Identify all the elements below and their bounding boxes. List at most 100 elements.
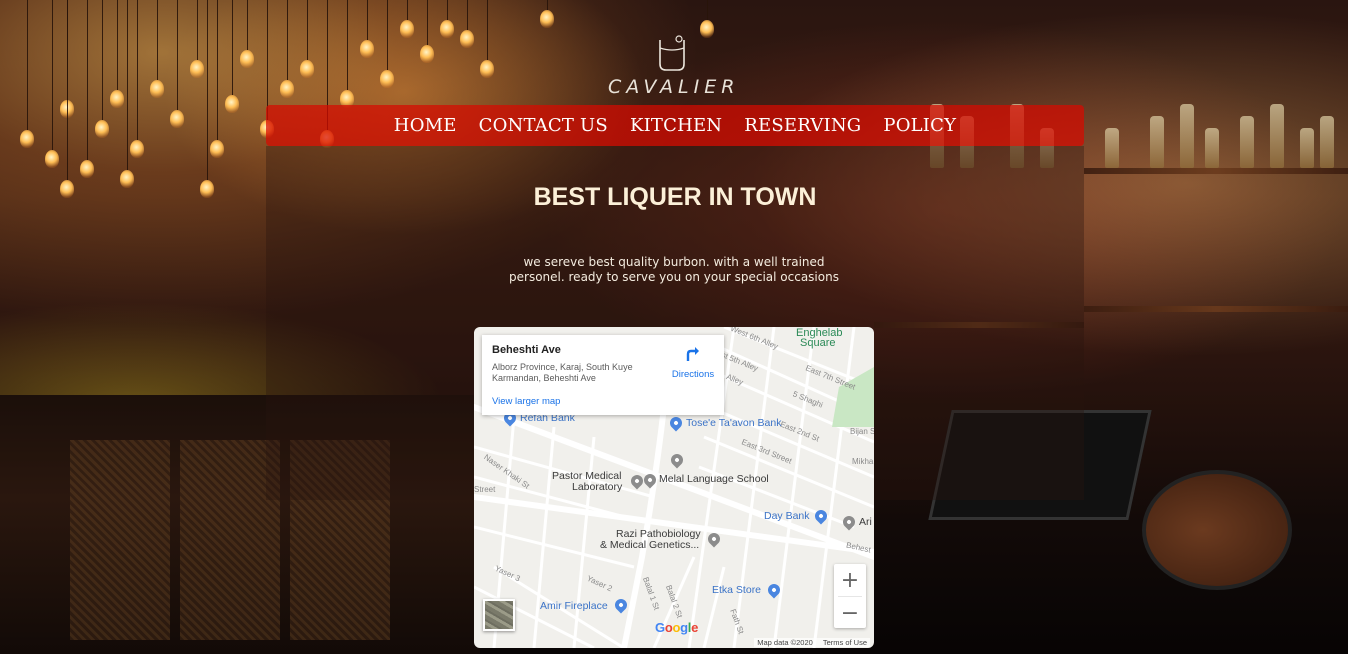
place-label[interactable]: Tose'e Ta'avon Bank <box>686 417 781 429</box>
directions-button[interactable]: Directions <box>668 345 718 380</box>
light-bulb <box>400 20 414 38</box>
satellite-toggle[interactable] <box>483 599 515 631</box>
place-label[interactable]: & Medical Genetics... <box>600 539 699 551</box>
whiskey-barrel <box>1142 470 1292 590</box>
light-bulb <box>360 40 374 58</box>
light-bulb <box>460 30 474 48</box>
light-bulb <box>190 60 204 78</box>
bulb-wire <box>287 0 288 80</box>
address-line-1: Alborz Province, Karaj, South Kuye <box>492 362 633 372</box>
bulb-wire <box>117 0 118 90</box>
bulb-wire <box>197 0 198 60</box>
liquor-bottle <box>1300 128 1314 168</box>
bulb-wire <box>217 0 218 140</box>
main-nav: HOME CONTACT US KITCHEN RESERVING POLICY <box>266 105 1084 146</box>
embedded-map[interactable]: West 6th Alley West 5th Alley East 7th S… <box>474 327 874 648</box>
tagline-line-1: we sereve best quality burbon. with a we… <box>523 255 825 269</box>
zoom-in-button[interactable]: + <box>834 564 866 596</box>
bulb-wire <box>157 0 158 80</box>
light-bulb <box>210 140 224 158</box>
light-bulb <box>60 180 74 198</box>
light-bulb <box>20 130 34 148</box>
bottle-shelf <box>1084 306 1348 312</box>
hero-headline: BEST LIQUER IN TOWN <box>533 183 817 211</box>
liquor-bottle <box>1150 116 1164 168</box>
bulb-wire <box>707 0 708 20</box>
light-bulb <box>440 20 454 38</box>
brand-name: CAVALIER <box>608 76 740 98</box>
bulb-wire <box>547 0 548 10</box>
light-bulb <box>80 160 94 178</box>
nav-kitchen[interactable]: KITCHEN <box>619 115 733 136</box>
bulb-wire <box>177 0 178 110</box>
zoom-controls: + − <box>834 564 866 628</box>
place-label[interactable]: Amir Fireplace <box>540 600 608 612</box>
google-logo-letter: G <box>655 620 665 635</box>
nav-home[interactable]: HOME <box>383 115 468 136</box>
light-bulb <box>380 70 394 88</box>
liquor-bottle <box>1105 128 1119 168</box>
light-bulb <box>420 45 434 63</box>
map-attribution: Map data ©2020 Terms of Use <box>754 638 870 647</box>
bulb-wire <box>27 0 28 130</box>
light-bulb <box>95 120 109 138</box>
light-bulb <box>200 180 214 198</box>
light-bulb <box>225 95 239 113</box>
light-bulb <box>130 140 144 158</box>
street-label: Mikha <box>852 457 874 466</box>
bulb-wire <box>387 0 388 70</box>
zoom-out-button[interactable]: − <box>834 597 866 629</box>
counter-panel <box>70 440 170 640</box>
bulb-wire <box>267 0 268 120</box>
light-bulb <box>280 80 294 98</box>
light-bulb <box>170 110 184 128</box>
liquor-bottle <box>1180 104 1194 168</box>
street-label: Street <box>474 485 496 494</box>
bulb-wire <box>102 0 103 120</box>
bulb-wire <box>127 0 128 170</box>
google-logo-letter: g <box>680 620 688 635</box>
tagline-line-2: personel. ready to serve you on your spe… <box>509 270 839 284</box>
place-label[interactable]: Ari <box>859 516 872 528</box>
bulb-wire <box>87 0 88 160</box>
bulb-wire <box>487 0 488 60</box>
bulb-wire <box>447 0 448 20</box>
bulb-wire <box>67 0 68 100</box>
hero-tagline: we sereve best quality burbon. with a we… <box>500 255 848 285</box>
counter-panel <box>180 440 280 640</box>
liquor-bottle <box>1205 128 1219 168</box>
place-label[interactable]: Laboratory <box>572 481 622 493</box>
light-bulb <box>480 60 494 78</box>
map-data-credit: Map data ©2020 <box>757 638 813 647</box>
address-line-2: Karmandan, Beheshti Ave <box>492 373 596 383</box>
nav-contact-us[interactable]: CONTACT US <box>468 115 619 136</box>
bulb-wire <box>232 0 233 95</box>
light-bulb <box>540 10 554 28</box>
nav-policy[interactable]: POLICY <box>872 115 967 136</box>
directions-icon <box>686 347 699 361</box>
view-larger-map-link[interactable]: View larger map <box>492 396 560 407</box>
google-logo: Google <box>655 620 698 635</box>
map-info-card: Beheshti Ave Alborz Province, Karaj, Sou… <box>482 335 724 415</box>
light-bulb <box>300 60 314 78</box>
liquor-bottle <box>1270 104 1284 168</box>
place-label[interactable]: Melal Language School <box>659 473 769 485</box>
liquor-bottle <box>1320 116 1334 168</box>
bulb-wire <box>407 0 408 20</box>
bulb-wire <box>367 0 368 40</box>
bulb-wire <box>207 0 208 180</box>
brand-logo[interactable]: CAVALIER <box>608 34 736 98</box>
bulb-wire <box>427 0 428 45</box>
cocktail-glass-icon <box>659 35 685 71</box>
place-label[interactable]: Etka Store <box>712 584 761 596</box>
light-bulb <box>240 50 254 68</box>
terms-of-use-link[interactable]: Terms of Use <box>823 638 867 647</box>
bulb-wire <box>467 0 468 30</box>
light-bulb <box>110 90 124 108</box>
bulb-wire <box>347 0 348 90</box>
google-logo-letter: o <box>672 620 681 635</box>
street-label: Bijan S <box>850 427 874 436</box>
light-bulb <box>45 150 59 168</box>
place-label[interactable]: Day Bank <box>764 510 810 522</box>
nav-reserving[interactable]: RESERVING <box>733 115 872 136</box>
